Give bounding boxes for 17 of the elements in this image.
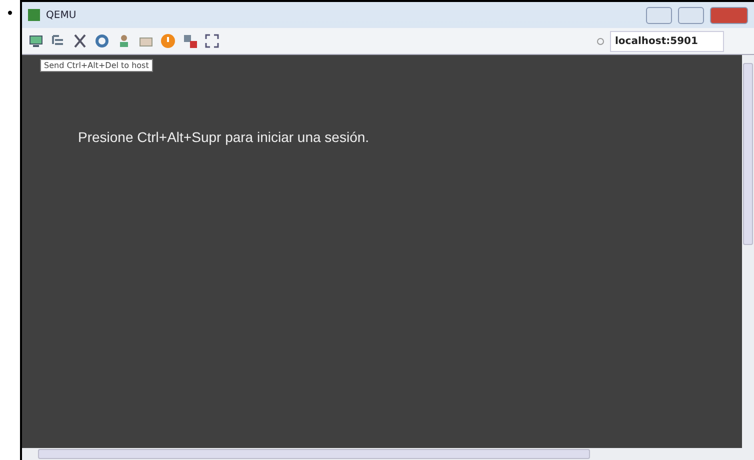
tooltip: Send Ctrl+Alt+Del to host bbox=[40, 59, 153, 72]
login-prompt: Presione Ctrl+Alt+Supr para iniciar una sesión. bbox=[78, 129, 370, 145]
monitor-icon[interactable] bbox=[28, 33, 44, 49]
horizontal-scrollbar[interactable] bbox=[22, 448, 754, 460]
maximize-button[interactable] bbox=[678, 6, 704, 24]
address-field[interactable]: localhost:5901 bbox=[610, 30, 724, 52]
refresh-icon[interactable] bbox=[94, 33, 110, 49]
vertical-scrollbar[interactable] bbox=[742, 55, 754, 448]
list-bullet: • bbox=[4, 5, 16, 24]
minimize-button[interactable] bbox=[646, 6, 672, 24]
network-icon[interactable] bbox=[182, 33, 198, 49]
alert-icon[interactable] bbox=[160, 33, 176, 49]
close-button[interactable] bbox=[710, 6, 748, 24]
app-icon bbox=[28, 9, 40, 21]
status-icon bbox=[597, 38, 604, 44]
window-title: QEMU bbox=[46, 10, 78, 20]
fullscreen-icon[interactable] bbox=[204, 33, 220, 49]
